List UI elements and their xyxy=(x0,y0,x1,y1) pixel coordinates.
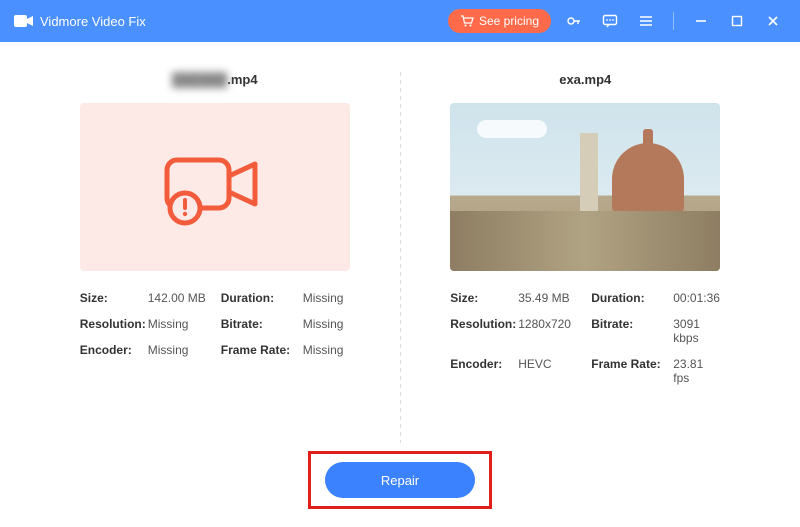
maximize-button[interactable] xyxy=(724,8,750,34)
content-area: ██████.mp4 Size: 142.00 MB Duration: xyxy=(0,42,800,527)
meta-value: Missing xyxy=(303,317,350,331)
meta-label: Resolution: xyxy=(80,317,148,331)
cart-icon xyxy=(460,15,474,27)
app-title: Vidmore Video Fix xyxy=(40,14,146,29)
broken-filename-ext: .mp4 xyxy=(227,72,257,87)
repair-highlight-box: Repair xyxy=(308,451,492,509)
meta-value: Missing xyxy=(148,317,221,331)
feedback-icon[interactable] xyxy=(597,8,623,34)
meta-label: Bitrate: xyxy=(221,317,303,331)
meta-label: Frame Rate: xyxy=(221,343,303,357)
meta-label: Duration: xyxy=(221,291,303,305)
column-divider xyxy=(400,72,401,443)
titlebar-separator xyxy=(673,12,674,30)
broken-preview xyxy=(80,103,350,271)
camcorder-icon xyxy=(14,13,34,29)
titlebar: Vidmore Video Fix See pricing xyxy=(0,0,800,42)
meta-value: HEVC xyxy=(518,357,591,385)
see-pricing-button[interactable]: See pricing xyxy=(448,9,551,33)
meta-label: Resolution: xyxy=(450,317,518,345)
broken-filename: ██████.mp4 xyxy=(172,72,258,87)
meta-value: 142.00 MB xyxy=(148,291,221,305)
meta-value: 1280x720 xyxy=(518,317,591,345)
sample-file-column: exa.mp4 Size: 35.49 MB Duration: 00:01:3… xyxy=(411,72,761,443)
meta-label: Duration: xyxy=(591,291,673,305)
close-button[interactable] xyxy=(760,8,786,34)
meta-value: 3091 kbps xyxy=(673,317,720,345)
meta-label: Encoder: xyxy=(450,357,518,385)
meta-label: Bitrate: xyxy=(591,317,673,345)
footer: Repair xyxy=(40,443,760,509)
meta-value: Missing xyxy=(148,343,221,357)
sample-thumbnail-image xyxy=(450,103,720,271)
meta-value: 00:01:36 xyxy=(673,291,720,305)
meta-value: 23.81 fps xyxy=(673,357,720,385)
meta-label: Size: xyxy=(80,291,148,305)
menu-icon[interactable] xyxy=(633,8,659,34)
broken-video-icon xyxy=(155,142,275,232)
broken-meta: Size: 142.00 MB Duration: Missing Resolu… xyxy=(80,291,350,357)
sample-filename: exa.mp4 xyxy=(559,72,611,87)
repair-button[interactable]: Repair xyxy=(325,462,475,498)
meta-label: Encoder: xyxy=(80,343,148,357)
meta-value: 35.49 MB xyxy=(518,291,591,305)
app-window: Vidmore Video Fix See pricing xyxy=(0,0,800,527)
sample-preview xyxy=(450,103,720,271)
meta-label: Size: xyxy=(450,291,518,305)
minimize-button[interactable] xyxy=(688,8,714,34)
broken-filename-blurred: ██████ xyxy=(172,72,227,87)
see-pricing-label: See pricing xyxy=(479,14,539,28)
meta-value: Missing xyxy=(303,291,350,305)
app-logo: Vidmore Video Fix xyxy=(14,13,146,29)
meta-value: Missing xyxy=(303,343,350,357)
sample-meta: Size: 35.49 MB Duration: 00:01:36 Resolu… xyxy=(450,291,720,385)
key-icon[interactable] xyxy=(561,8,587,34)
broken-file-column: ██████.mp4 Size: 142.00 MB Duration: xyxy=(40,72,390,443)
meta-label: Frame Rate: xyxy=(591,357,673,385)
